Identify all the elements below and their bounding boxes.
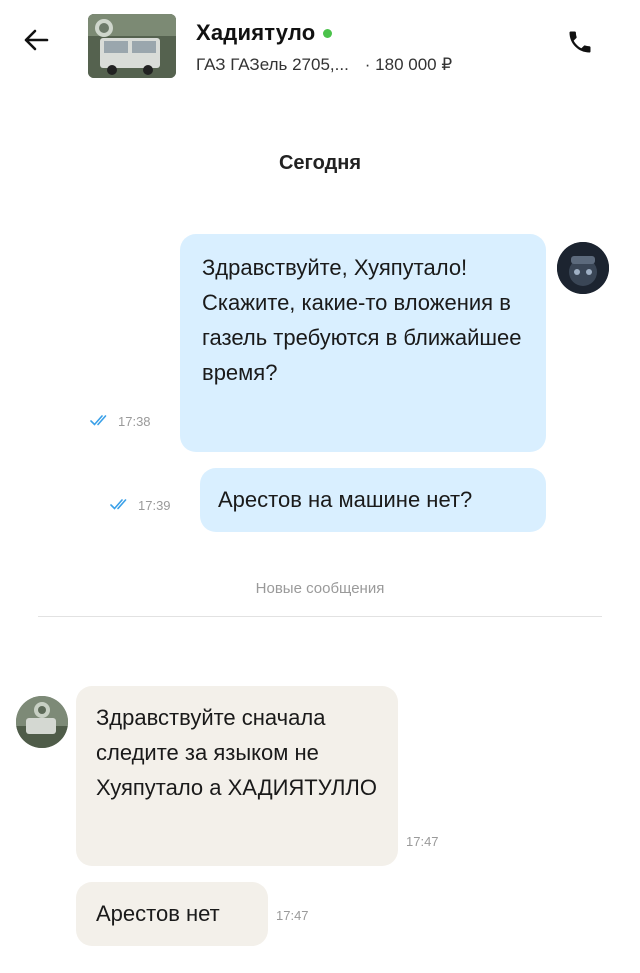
online-status-dot	[323, 28, 333, 38]
message-meta: 17:47	[406, 834, 439, 849]
arrow-left-icon	[23, 29, 49, 56]
new-messages-label: Новые сообщения	[255, 580, 385, 597]
listing-info[interactable]: ГАЗ ГАЗель 2705,... · 180 000 ₽	[196, 55, 452, 75]
contact-name: Хадиятуло	[196, 20, 316, 45]
double-check-icon	[90, 414, 112, 429]
message-meta: 17:47	[276, 908, 309, 923]
message-time: 17:38	[118, 414, 151, 429]
listing-price: · 180 000 ₽	[364, 55, 453, 74]
phone-icon	[566, 28, 594, 61]
message-meta: 17:39	[110, 498, 171, 513]
contact-name-row[interactable]: Хадиятуло	[196, 20, 333, 46]
date-separator: Сегодня	[278, 152, 362, 174]
listing-thumbnail[interactable]	[88, 14, 176, 78]
message-text: Здравствуйте сначала следите за языком н…	[96, 705, 377, 800]
my-avatar	[557, 242, 609, 294]
outgoing-message[interactable]: Здравствуйте, Хуяпутало! Скажите, какие-…	[180, 234, 546, 452]
message-meta: 17:38	[90, 414, 151, 429]
call-button[interactable]	[560, 24, 600, 64]
message-time: 17:47	[276, 908, 309, 923]
message-text: Арестов на машине нет?	[218, 487, 473, 512]
contact-avatar[interactable]	[16, 696, 68, 748]
chat-header: Хадиятуло ГАЗ ГАЗель 2705,... · 180 000 …	[0, 0, 640, 92]
incoming-message[interactable]: Здравствуйте сначала следите за языком н…	[76, 686, 398, 866]
incoming-message[interactable]: Арестов нет	[76, 882, 268, 946]
message-text: Здравствуйте, Хуяпутало! Скажите, какие-…	[202, 255, 522, 385]
message-list[interactable]: Сегодня Здравствуйте, Хуяпутало! Скажите…	[0, 92, 640, 973]
message-time: 17:39	[138, 498, 171, 513]
listing-title: ГАЗ ГАЗель 2705,...	[196, 55, 349, 74]
new-messages-divider	[38, 616, 602, 617]
message-time: 17:47	[406, 834, 439, 849]
outgoing-message[interactable]: Арестов на машине нет?	[200, 468, 546, 532]
back-button[interactable]	[16, 22, 56, 62]
message-text: Арестов нет	[96, 901, 220, 926]
double-check-icon	[110, 498, 132, 513]
